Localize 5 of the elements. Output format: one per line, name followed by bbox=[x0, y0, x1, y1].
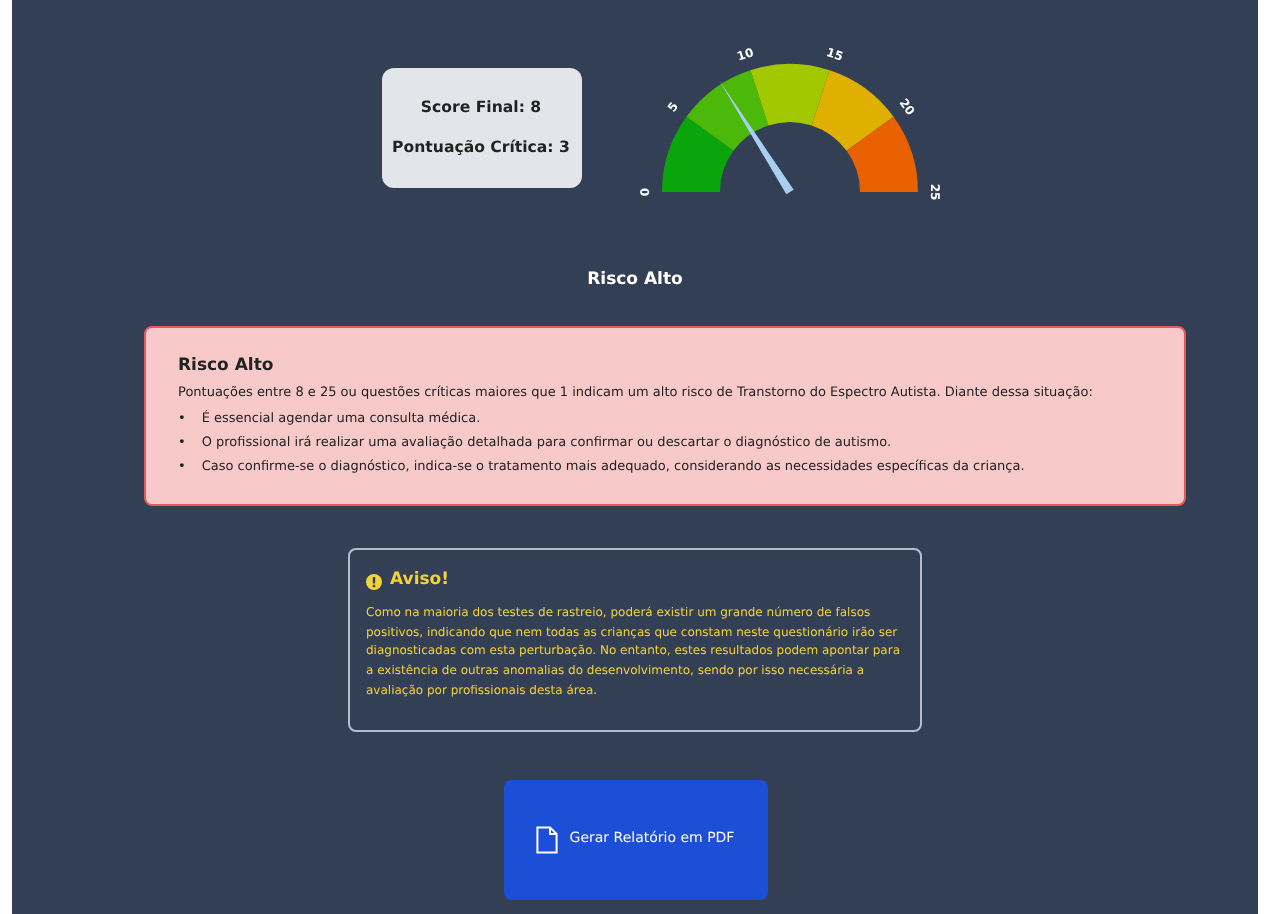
alert-title: Risco Alto bbox=[178, 355, 276, 376]
info-icon bbox=[366, 574, 382, 591]
warning-title: Aviso! bbox=[390, 568, 450, 595]
document-icon bbox=[535, 825, 558, 854]
risk-level-text: Risco Alto bbox=[587, 270, 683, 290]
